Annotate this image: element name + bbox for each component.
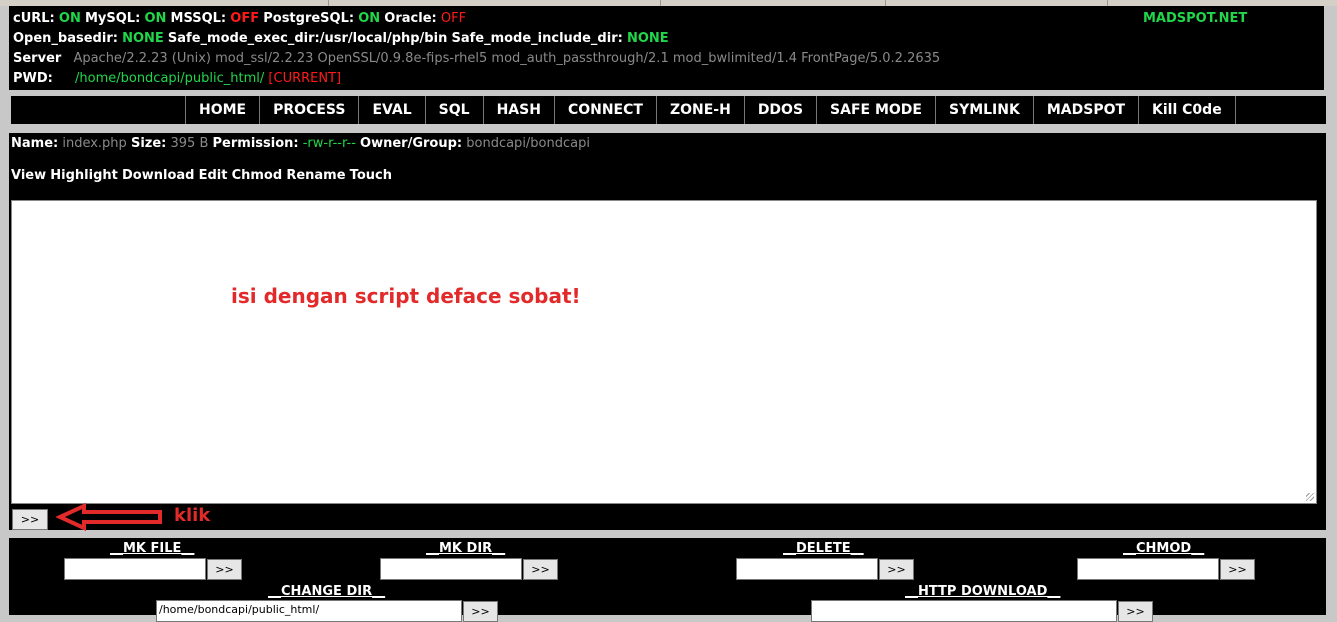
code-editor-textarea[interactable]: isi dengan script deface sobat! [11, 200, 1317, 504]
oracle-label: Oracle: [384, 11, 437, 26]
server-value: Apache/2.2.23 (Unix) mod_ssl/2.2.23 Open… [73, 51, 941, 66]
safe-include-label: Safe_mode_include_dir: [451, 31, 623, 46]
nav-zone-h[interactable]: ZONE-H [655, 96, 744, 124]
pwd-current-link[interactable]: [CURRENT] [268, 71, 341, 86]
nav-madspot[interactable]: MADSPOT [1032, 96, 1138, 124]
basedir-line: Open_basedir: NONE Safe_mode_exec_dir:/u… [13, 31, 669, 46]
mkdir-label: __MK DIR__ [426, 541, 506, 556]
info-panel: cURL: ON MySQL: ON MSSQL: OFF PostgreSQL… [9, 6, 1324, 90]
editor-content: isi dengan script deface sobat! [231, 284, 581, 308]
changedir-button[interactable]: >> [463, 601, 498, 622]
safe-include-value: NONE [626, 31, 669, 46]
status-line: cURL: ON MySQL: ON MSSQL: OFF PostgreSQL… [13, 11, 466, 26]
mkdir-button[interactable]: >> [523, 559, 558, 580]
mkdir-input[interactable] [380, 558, 522, 580]
main-nav: HOME PROCESS EVAL SQL HASH CONNECT ZONE-H DDOS S… [11, 96, 1326, 124]
action-edit[interactable]: Edit [199, 168, 228, 183]
pwd-label: PWD: [13, 71, 53, 86]
httpdownload-label: __HTTP DOWNLOAD__ [905, 584, 1061, 599]
file-info-line: Name: index.php Size: 395 B Permission: … [11, 136, 590, 151]
postgresql-status: ON [358, 11, 381, 26]
size-label: Size: [130, 136, 167, 151]
file-owner: bondcapi/bondcapi [466, 136, 590, 151]
nav-connect[interactable]: CONNECT [553, 96, 656, 124]
mssql-label: MSSQL: [170, 11, 227, 26]
curl-label: cURL: [13, 11, 55, 26]
file-actions: View Highlight Download Edit Chmod Renam… [11, 168, 392, 183]
curl-status: ON [58, 11, 81, 26]
file-name: index.php [62, 136, 127, 151]
server-line: Server Apache/2.2.23 (Unix) mod_ssl/2.2.… [13, 51, 940, 66]
delete-label: __DELETE__ [783, 541, 864, 556]
owner-label: Owner/Group: [360, 136, 463, 151]
nav-kill-c0de[interactable]: Kill C0de [1138, 96, 1236, 124]
pwd-line: PWD: /home/bondcapi/public_html/ [CURREN… [13, 71, 341, 86]
chmod-input[interactable] [1077, 558, 1219, 580]
nav-items: HOME PROCESS EVAL SQL HASH CONNECT ZONE-H DDOS S… [185, 96, 1236, 124]
mysql-status: ON [144, 11, 167, 26]
chmod-label: __CHMOD__ [1123, 541, 1205, 556]
mssql-status: OFF [230, 11, 260, 26]
permission-label: Permission: [212, 136, 299, 151]
httpdownload-input[interactable] [811, 600, 1117, 622]
action-download[interactable]: Download [122, 168, 194, 183]
pwd-path-link[interactable]: /home/bondcapi/public_html/ [75, 71, 264, 86]
file-permission: -rw-r--r-- [302, 136, 356, 151]
oracle-status: OFF [440, 11, 467, 26]
nav-sql[interactable]: SQL [424, 96, 483, 124]
action-highlight[interactable]: Highlight [50, 168, 118, 183]
mysql-label: MySQL: [84, 11, 141, 26]
mkfile-button[interactable]: >> [207, 559, 242, 580]
nav-safe-mode[interactable]: SAFE MODE [816, 96, 935, 124]
httpdownload-button[interactable]: >> [1118, 601, 1153, 622]
action-rename[interactable]: Rename [286, 168, 345, 183]
nav-process[interactable]: PROCESS [259, 96, 358, 124]
action-chmod[interactable]: Chmod [232, 168, 283, 183]
open-basedir-label: Open_basedir: [13, 31, 118, 46]
nav-hash[interactable]: HASH [482, 96, 554, 124]
resize-grip-icon[interactable] [1306, 493, 1314, 501]
changedir-input[interactable]: /home/bondcapi/public_html/ [156, 600, 462, 622]
nav-symlink[interactable]: SYMLINK [934, 96, 1033, 124]
safe-exec-label: Safe_mode_exec_dir:/usr/local/php/bin [167, 31, 448, 46]
changedir-label: __CHANGE DIR__ [268, 584, 386, 599]
save-submit-button[interactable]: >> [12, 509, 48, 530]
annotation-klik: klik [174, 505, 211, 526]
mkfile-input[interactable] [64, 558, 206, 580]
nav-home[interactable]: HOME [185, 96, 259, 124]
name-label: Name: [11, 136, 59, 151]
postgresql-label: PostgreSQL: [263, 11, 355, 26]
mkfile-label: __MK FILE__ [110, 541, 195, 556]
delete-button[interactable]: >> [879, 559, 914, 580]
chmod-button[interactable]: >> [1220, 559, 1255, 580]
server-label: Server [13, 51, 62, 66]
nav-ddos[interactable]: DDOS [743, 96, 816, 124]
delete-input[interactable] [736, 558, 878, 580]
action-view[interactable]: View [11, 168, 46, 183]
open-basedir-value: NONE [122, 31, 164, 46]
action-touch[interactable]: Touch [350, 168, 392, 183]
file-size: 395 B [170, 136, 209, 151]
brand-link[interactable]: MADSPOT.NET [1143, 11, 1247, 26]
arrow-left-icon [56, 502, 162, 532]
nav-eval[interactable]: EVAL [358, 96, 424, 124]
